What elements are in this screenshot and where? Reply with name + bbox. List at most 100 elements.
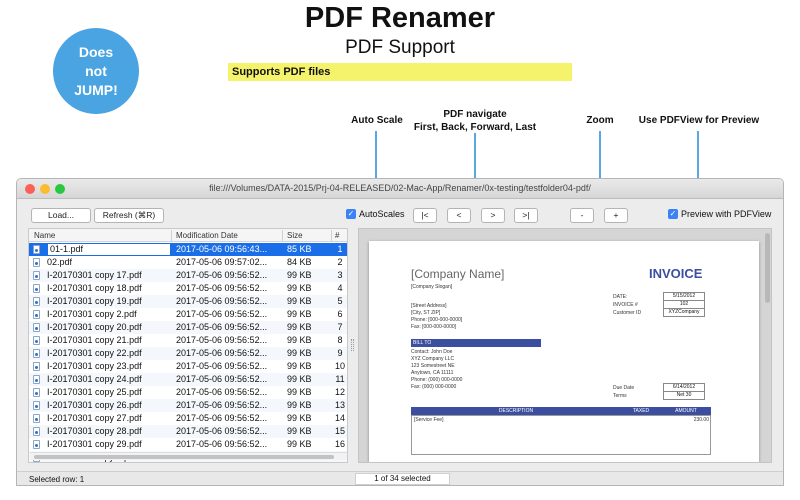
modification-date-cell: 2017-05-06 09:56:52... [176, 309, 268, 319]
checkmark-icon: ✓ [668, 209, 678, 219]
zoom-in-button[interactable]: + [604, 208, 628, 223]
pdf-file-icon [33, 310, 40, 319]
pdf-file-icon [33, 336, 40, 345]
promo-title: PDF Renamer [304, 2, 496, 34]
file-name-cell: I-20170301 copy 24.pdf [47, 374, 142, 384]
size-cell: 99 KB [287, 309, 312, 319]
badge-line: JUMP! [74, 81, 118, 98]
split-view-handle[interactable] [351, 339, 354, 351]
table-row[interactable]: I-20170301 copy 28.pdf 2017-05-06 09:56:5… [29, 425, 347, 438]
preview-vertical-scrollbar[interactable] [764, 231, 771, 461]
invoice-first-amount: 230.00 [693, 417, 709, 423]
pdf-file-icon [33, 362, 40, 371]
modification-date-cell: 2017-05-06 09:56:52... [176, 439, 268, 449]
column-header-number[interactable]: # [335, 231, 339, 240]
table-row[interactable]: 01-1.pdf 2017-05-06 09:56:43... 85 KB 1 [29, 243, 347, 256]
preview-pdfview-checkbox[interactable]: ✓ Preview with PDFView [668, 209, 771, 219]
size-cell: 99 KB [287, 387, 312, 397]
invoice-bill-line: Fax: (000) 000-0000 [411, 384, 457, 390]
column-header-size[interactable]: Size [287, 231, 303, 240]
file-name-cell: I-20170301 copy 17.pdf [47, 270, 142, 280]
size-cell: 99 KB [287, 270, 312, 280]
size-cell: 99 KB [287, 322, 312, 332]
table-row[interactable]: I-20170301 copy 22.pdf 2017-05-06 09:56:5… [29, 347, 347, 360]
file-name-cell: I-20170301 copy 18.pdf [47, 283, 142, 293]
size-cell: 84 KB [287, 257, 312, 267]
invoice-date-label: DATE: [613, 294, 628, 300]
table-row[interactable]: I-20170301 copy 26.pdf 2017-05-06 09:56:5… [29, 399, 347, 412]
invoice-bill-line: 123 Somestreet NE [411, 363, 455, 369]
table-row[interactable]: I-20170301 copy 17.pdf 2017-05-06 09:56:5… [29, 269, 347, 282]
row-number-cell: 7 [337, 322, 343, 332]
checkmark-icon: ✓ [346, 209, 356, 219]
table-row[interactable]: 02.pdf 2017-05-06 09:57:02... 84 KB 2 [29, 256, 347, 269]
table-row[interactable]: I-20170301 copy 24.pdf 2017-05-06 09:56:5… [29, 373, 347, 386]
previous-page-button[interactable]: < [447, 208, 471, 223]
file-table[interactable]: Name Modification Date Size # 01-1.pdf 20… [28, 228, 348, 463]
table-row[interactable]: I-20170301 copy 29.pdf 2017-05-06 09:56:5… [29, 438, 347, 451]
next-page-button[interactable]: > [481, 208, 505, 223]
row-number-cell: 15 [334, 426, 345, 436]
invoice-fax: Fax: [000-000-0000] [411, 324, 457, 330]
invoice-bill-line: Contact: John Doe [411, 349, 453, 355]
horizontal-scrollbar[interactable] [30, 452, 347, 460]
file-name-cell: I-20170301 copy 26.pdf [47, 400, 142, 410]
table-row[interactable]: I-20170301 copy 23.pdf 2017-05-06 09:56:5… [29, 360, 347, 373]
invoice-bill-line: XYZ Company LLC [411, 356, 455, 362]
pdf-file-icon [33, 297, 40, 306]
callout-auto-scale: Auto Scale [351, 115, 403, 126]
zoom-out-button[interactable]: - [570, 208, 594, 223]
row-number-cell: 2 [337, 257, 343, 267]
file-name-cell: I-20170301 copy 27.pdf [47, 413, 142, 423]
scrollbar-thumb[interactable] [765, 233, 770, 303]
badge-line: Does [78, 43, 114, 60]
invoice-number-label: INVOICE # [613, 302, 638, 308]
column-header-name[interactable]: Name [34, 231, 55, 240]
row-number-cell: 6 [337, 309, 343, 319]
file-name-cell: I-20170301 copy 21.pdf [47, 335, 142, 345]
row-number-cell: 13 [334, 400, 345, 410]
invoice-customer-label: Customer ID [613, 310, 642, 316]
app-window: file:///Volumes/DATA-2015/Prj-04-RELEASE… [16, 178, 784, 486]
refresh-button[interactable]: Refresh (⌘R) [94, 208, 164, 223]
load-button[interactable]: Load... [31, 208, 91, 223]
callout-pdfview: Use PDFView for Preview [638, 115, 760, 126]
pdf-file-icon [33, 258, 40, 267]
table-row[interactable]: I-20170301 copy 2.pdf 2017-05-06 09:56:52… [29, 308, 347, 321]
pdf-file-icon [33, 245, 40, 254]
pdf-file-icon [33, 349, 40, 358]
table-row[interactable]: I-20170301 copy 21.pdf 2017-05-06 09:56:5… [29, 334, 347, 347]
last-page-button[interactable]: >| [514, 208, 538, 223]
first-page-button[interactable]: |< [413, 208, 437, 223]
invoice-title: INVOICE [649, 266, 703, 281]
invoice-terms-label: Terms [613, 393, 627, 399]
table-row[interactable]: I-20170301 copy 20.pdf 2017-05-06 09:56:5… [29, 321, 347, 334]
autoscales-checkbox[interactable]: ✓ AutoScales [346, 209, 405, 219]
row-number-cell: 12 [334, 387, 345, 397]
scrollbar-thumb[interactable] [34, 455, 334, 459]
table-row[interactable]: I-20170301 copy 18.pdf 2017-05-06 09:56:5… [29, 282, 347, 295]
modification-date-cell: 2017-05-06 09:56:52... [176, 335, 268, 345]
size-cell: 85 KB [287, 244, 312, 254]
pdf-preview[interactable]: [Company Name] [Company Slogan] INVOICE … [358, 228, 772, 463]
size-cell: 99 KB [287, 426, 312, 436]
row-number-cell: 14 [334, 413, 345, 423]
file-name-edit-field[interactable]: 01-1.pdf [47, 243, 171, 256]
title-bar: file:///Volumes/DATA-2015/Prj-04-RELEASE… [17, 179, 783, 199]
size-cell: 99 KB [287, 296, 312, 306]
row-number-cell: 16 [334, 439, 345, 449]
column-divider [171, 230, 172, 241]
table-row[interactable]: I-20170301 copy 25.pdf 2017-05-06 09:56:5… [29, 386, 347, 399]
column-header-date[interactable]: Modification Date [176, 231, 238, 240]
table-row[interactable]: I-20170301 copy 27.pdf 2017-05-06 09:56:5… [29, 412, 347, 425]
invoice-city: [City, ST ZIP] [411, 310, 441, 316]
modification-date-cell: 2017-05-06 09:56:52... [176, 348, 268, 358]
size-cell: 99 KB [287, 335, 312, 345]
promo-badge: Does not JUMP! [53, 28, 139, 114]
pdf-file-icon [33, 414, 40, 423]
invoice-col-taxed: TAXED [632, 408, 650, 414]
table-row[interactable]: I-20170301 copy 19.pdf 2017-05-06 09:56:5… [29, 295, 347, 308]
pdf-file-icon [33, 375, 40, 384]
file-name-cell: I-20170301 copy 29.pdf [47, 439, 142, 449]
file-name-cell: I-20170301 copy 20.pdf [47, 322, 142, 332]
